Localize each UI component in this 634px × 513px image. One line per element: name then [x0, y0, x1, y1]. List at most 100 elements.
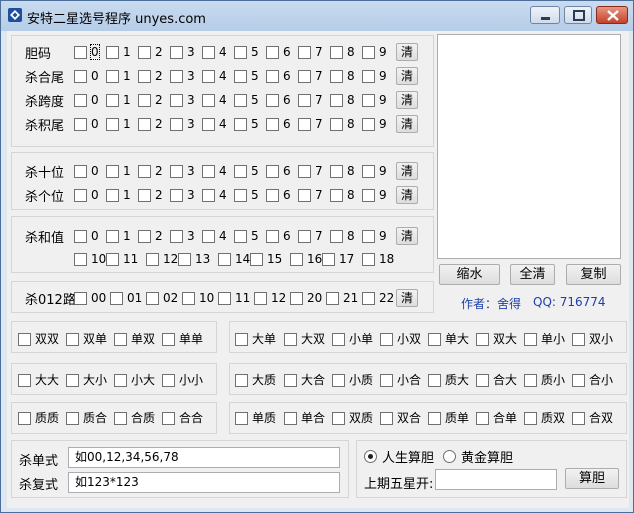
checkbox-gewei-5[interactable]: 5	[234, 187, 259, 203]
checkbox-dan-1[interactable]: 1	[106, 44, 131, 60]
checkbox-gewei-6[interactable]: 6	[266, 187, 291, 203]
checkbox-route-00[interactable]: 00	[74, 290, 106, 306]
checkbox-shiwei-3[interactable]: 3	[170, 163, 195, 179]
checkbox-pattern-g4-1[interactable]: 大合	[284, 372, 325, 388]
checkbox-pattern-g6-3[interactable]: 双合	[380, 410, 421, 426]
clear-all-button[interactable]: 全清	[510, 264, 555, 285]
checkbox-route-01[interactable]: 01	[110, 290, 142, 306]
checkbox-shiwei-7[interactable]: 7	[298, 163, 323, 179]
checkbox-hewei-1[interactable]: 1	[106, 68, 131, 84]
checkbox-hezhi-10[interactable]: 10	[74, 251, 106, 267]
checkbox-jiwei-3[interactable]: 3	[170, 116, 195, 132]
checkbox-hewei-7[interactable]: 7	[298, 68, 323, 84]
checkbox-shiwei-0[interactable]: 0	[74, 163, 99, 179]
checkbox-kuadu-3[interactable]: 3	[170, 92, 195, 108]
checkbox-pattern-g3-3[interactable]: 小小	[162, 372, 203, 388]
checkbox-kuadu-2[interactable]: 2	[138, 92, 163, 108]
clear-button-hezhi[interactable]: 清	[396, 227, 418, 245]
checkbox-shiwei-8[interactable]: 8	[330, 163, 355, 179]
checkbox-dan-7[interactable]: 7	[298, 44, 323, 60]
clear-button-012[interactable]: 清	[396, 289, 418, 307]
checkbox-gewei-4[interactable]: 4	[202, 187, 227, 203]
checkbox-pattern-g5-0[interactable]: 质质	[18, 410, 59, 426]
checkbox-jiwei-2[interactable]: 2	[138, 116, 163, 132]
checkbox-pattern-g2-6[interactable]: 单小	[524, 331, 565, 347]
checkbox-dan-6[interactable]: 6	[266, 44, 291, 60]
checkbox-pattern-g6-0[interactable]: 单质	[235, 410, 276, 426]
checkbox-jiwei-9[interactable]: 9	[362, 116, 387, 132]
checkbox-shiwei-6[interactable]: 6	[266, 163, 291, 179]
clear-button-dan[interactable]: 清	[396, 43, 418, 61]
close-button[interactable]	[596, 6, 628, 24]
checkbox-route-20[interactable]: 20	[290, 290, 322, 306]
checkbox-shiwei-5[interactable]: 5	[234, 163, 259, 179]
checkbox-dan-2[interactable]: 2	[138, 44, 163, 60]
checkbox-gewei-2[interactable]: 2	[138, 187, 163, 203]
checkbox-pattern-g2-7[interactable]: 双小	[572, 331, 613, 347]
checkbox-pattern-g5-2[interactable]: 合质	[114, 410, 155, 426]
checkbox-hezhi-7[interactable]: 7	[298, 228, 323, 244]
checkbox-pattern-g1-3[interactable]: 单单	[162, 331, 203, 347]
checkbox-pattern-g6-4[interactable]: 质单	[428, 410, 469, 426]
checkbox-pattern-g1-0[interactable]: 双双	[18, 331, 59, 347]
checkbox-jiwei-0[interactable]: 0	[74, 116, 99, 132]
checkbox-pattern-g5-1[interactable]: 质合	[66, 410, 107, 426]
checkbox-dan-4[interactable]: 4	[202, 44, 227, 60]
checkbox-dan-5[interactable]: 5	[234, 44, 259, 60]
checkbox-pattern-g2-5[interactable]: 双大	[476, 331, 517, 347]
checkbox-pattern-g4-0[interactable]: 大质	[235, 372, 276, 388]
checkbox-shiwei-2[interactable]: 2	[138, 163, 163, 179]
clear-button-shiwei[interactable]: 清	[396, 162, 418, 180]
checkbox-hezhi-0[interactable]: 0	[74, 228, 99, 244]
checkbox-gewei-1[interactable]: 1	[106, 187, 131, 203]
checkbox-jiwei-7[interactable]: 7	[298, 116, 323, 132]
checkbox-pattern-g4-5[interactable]: 合大	[476, 372, 517, 388]
checkbox-gewei-8[interactable]: 8	[330, 187, 355, 203]
checkbox-hewei-9[interactable]: 9	[362, 68, 387, 84]
result-textbox[interactable]	[437, 34, 621, 259]
checkbox-pattern-g1-1[interactable]: 双单	[66, 331, 107, 347]
checkbox-pattern-g5-3[interactable]: 合合	[162, 410, 203, 426]
prev-five-star-input[interactable]	[435, 469, 557, 490]
radio-gold-calc[interactable]: 黄金算胆	[443, 447, 513, 466]
checkbox-pattern-g3-1[interactable]: 大小	[66, 372, 107, 388]
checkbox-hezhi-1[interactable]: 1	[106, 228, 131, 244]
clear-button-jiwei[interactable]: 清	[396, 115, 418, 133]
maximize-button[interactable]	[564, 6, 592, 24]
checkbox-dan-9[interactable]: 9	[362, 44, 387, 60]
checkbox-hewei-0[interactable]: 0	[74, 68, 99, 84]
checkbox-pattern-g2-0[interactable]: 大单	[235, 331, 276, 347]
checkbox-hezhi-6[interactable]: 6	[266, 228, 291, 244]
checkbox-pattern-g4-7[interactable]: 合小	[572, 372, 613, 388]
clear-button-gewei[interactable]: 清	[396, 186, 418, 204]
clear-button-hewei[interactable]: 清	[396, 67, 418, 85]
checkbox-jiwei-6[interactable]: 6	[266, 116, 291, 132]
checkbox-pattern-g4-4[interactable]: 质大	[428, 372, 469, 388]
checkbox-kuadu-1[interactable]: 1	[106, 92, 131, 108]
clear-button-kuadu[interactable]: 清	[396, 91, 418, 109]
checkbox-hezhi-12[interactable]: 12	[146, 251, 178, 267]
checkbox-gewei-0[interactable]: 0	[74, 187, 99, 203]
checkbox-hezhi-3[interactable]: 3	[170, 228, 195, 244]
checkbox-jiwei-1[interactable]: 1	[106, 116, 131, 132]
checkbox-hezhi-8[interactable]: 8	[330, 228, 355, 244]
checkbox-hezhi-4[interactable]: 4	[202, 228, 227, 244]
checkbox-pattern-g4-2[interactable]: 小质	[332, 372, 373, 388]
checkbox-pattern-g6-6[interactable]: 质双	[524, 410, 565, 426]
checkbox-shiwei-1[interactable]: 1	[106, 163, 131, 179]
checkbox-jiwei-8[interactable]: 8	[330, 116, 355, 132]
checkbox-gewei-9[interactable]: 9	[362, 187, 387, 203]
checkbox-pattern-g6-1[interactable]: 单合	[284, 410, 325, 426]
checkbox-route-12[interactable]: 12	[254, 290, 286, 306]
checkbox-dan-8[interactable]: 8	[330, 44, 355, 60]
checkbox-hewei-5[interactable]: 5	[234, 68, 259, 84]
checkbox-hezhi-5[interactable]: 5	[234, 228, 259, 244]
checkbox-route-22[interactable]: 22	[362, 290, 394, 306]
checkbox-dan-3[interactable]: 3	[170, 44, 195, 60]
checkbox-kuadu-4[interactable]: 4	[202, 92, 227, 108]
checkbox-hewei-8[interactable]: 8	[330, 68, 355, 84]
checkbox-kuadu-0[interactable]: 0	[74, 92, 99, 108]
minimize-button[interactable]	[530, 6, 560, 24]
checkbox-pattern-g4-3[interactable]: 小合	[380, 372, 421, 388]
checkbox-hezhi-16[interactable]: 16	[290, 251, 322, 267]
